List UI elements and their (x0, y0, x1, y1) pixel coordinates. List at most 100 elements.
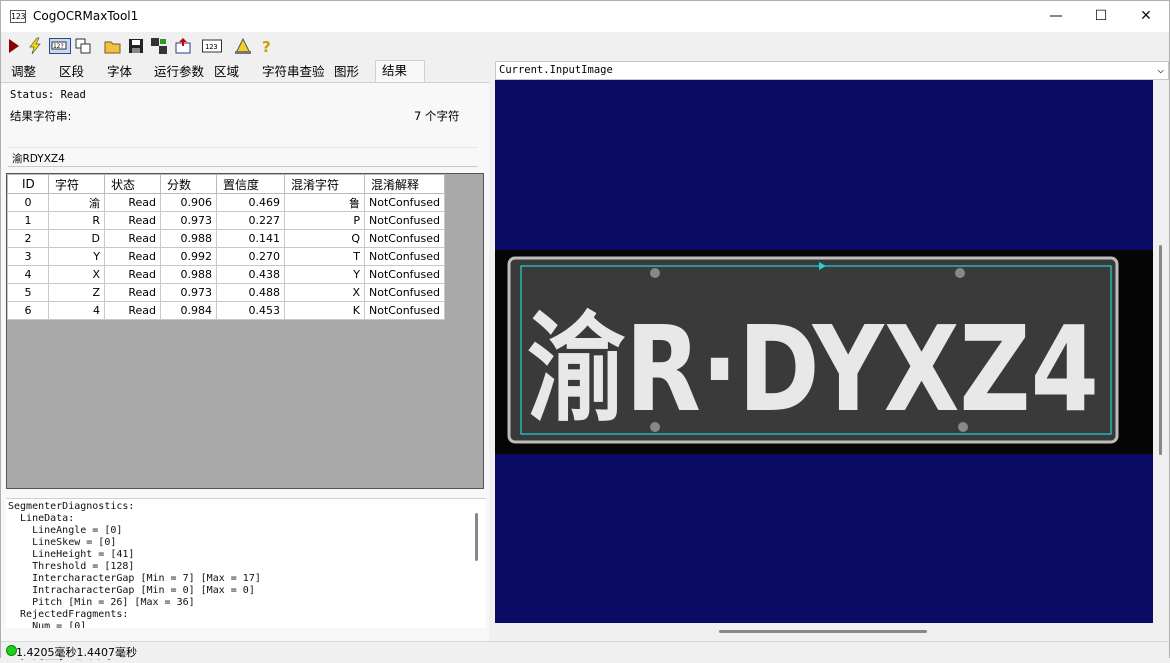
table-cell[interactable]: X (48, 265, 105, 284)
numeric-icon[interactable]: 123 (202, 37, 222, 55)
reset-icon[interactable] (150, 37, 168, 55)
image-horizontal-scrollbar[interactable] (719, 630, 927, 633)
help-icon[interactable]: ? (258, 37, 276, 55)
svg-text:123: 123 (205, 43, 218, 51)
chevron-down-icon[interactable]: ⌵ (1157, 63, 1164, 76)
table-cell[interactable]: NotConfused (364, 229, 445, 248)
table-cell[interactable]: Read (104, 283, 161, 302)
table-cell[interactable]: Q (284, 229, 365, 248)
table-cell[interactable]: Y (284, 265, 365, 284)
table-row[interactable]: 3 Y Read 0.992 0.270 T NotConfused (7, 247, 445, 266)
table-cell[interactable]: 2 (7, 229, 49, 248)
maximize-button[interactable]: ☐ (1078, 1, 1124, 32)
table-cell[interactable]: NotConfused (364, 301, 445, 320)
image-selector-value: Current.InputImage (499, 64, 613, 76)
table-cell[interactable]: 0.906 (160, 193, 217, 212)
tab-region[interactable]: 区域 (212, 62, 241, 82)
table-cell[interactable]: Y (48, 247, 105, 266)
table-cell[interactable]: 渝 (48, 193, 105, 212)
table-cell[interactable]: R (48, 211, 105, 230)
electric-icon[interactable] (26, 37, 44, 55)
table-cell[interactable]: D (48, 229, 105, 248)
copy-icon[interactable] (74, 37, 92, 55)
table-cell[interactable]: 0.988 (160, 229, 217, 248)
image-selector-dropdown[interactable]: Current.InputImage ⌵ (495, 61, 1169, 80)
svg-text:?: ? (262, 38, 271, 55)
diagnostics-text: SegmenterDiagnostics: LineData: LineAngl… (8, 501, 261, 628)
table-cell[interactable]: 鲁 (284, 193, 365, 212)
image-display[interactable]: 渝R·DYXZ4 (495, 80, 1153, 623)
diagnostics-textbox[interactable]: SegmenterDiagnostics: LineData: LineAngl… (6, 498, 486, 628)
table-cell[interactable]: 1 (7, 211, 49, 230)
close-button[interactable]: ✕ (1123, 1, 1169, 32)
table-cell[interactable]: 0.988 (160, 265, 217, 284)
table-cell[interactable]: T (284, 247, 365, 266)
table-cell[interactable]: X (284, 283, 365, 302)
tab-graphics[interactable]: 图形 (332, 62, 361, 82)
column-header-confusion-explain[interactable]: 混淆解释 (364, 174, 445, 194)
save-icon[interactable] (127, 37, 145, 55)
plate-rivet (650, 268, 660, 278)
table-cell[interactable]: 0.227 (216, 211, 285, 230)
diagnostics-scrollbar[interactable] (475, 513, 478, 561)
table-cell[interactable]: K (284, 301, 365, 320)
table-cell[interactable]: 3 (7, 247, 49, 266)
table-cell[interactable]: 0.992 (160, 247, 217, 266)
open-icon[interactable] (104, 37, 122, 55)
table-cell[interactable]: 0.488 (216, 283, 285, 302)
minimize-button[interactable]: — (1033, 1, 1079, 32)
image-source-icon[interactable]: 12? (49, 37, 71, 55)
ruler-icon[interactable] (234, 37, 252, 55)
table-cell[interactable]: 0.973 (160, 283, 217, 302)
tab-run-params[interactable]: 运行参数 (152, 62, 206, 82)
table-cell[interactable]: Read (104, 211, 161, 230)
table-cell[interactable]: 0 (7, 193, 49, 212)
table-row[interactable]: 2 D Read 0.988 0.141 Q NotConfused (7, 229, 445, 248)
table-row[interactable]: 4 X Read 0.988 0.438 Y NotConfused (7, 265, 445, 284)
table-row[interactable]: 6 4 Read 0.984 0.453 K NotConfused (7, 301, 445, 320)
table-row[interactable]: 0 渝 Read 0.906 0.469 鲁 NotConfused (7, 193, 445, 212)
table-cell[interactable]: 0.973 (160, 211, 217, 230)
table-cell[interactable]: 5 (7, 283, 49, 302)
table-cell[interactable]: 4 (48, 301, 105, 320)
table-cell[interactable]: P (284, 211, 365, 230)
results-grid[interactable]: ID 字符 状态 分数 置信度 混淆字符 混淆解释 0 渝 Read 0.906 0.4… (6, 173, 484, 489)
column-header-state[interactable]: 状态 (104, 174, 161, 194)
table-cell[interactable]: Read (104, 193, 161, 212)
table-cell[interactable]: 0.469 (216, 193, 285, 212)
table-cell[interactable]: Read (104, 301, 161, 320)
table-cell[interactable]: 0.984 (160, 301, 217, 320)
table-cell[interactable]: Read (104, 265, 161, 284)
tab-font[interactable]: 字体 (105, 62, 134, 82)
table-cell[interactable]: Read (104, 229, 161, 248)
table-cell[interactable]: 4 (7, 265, 49, 284)
table-cell[interactable]: 0.453 (216, 301, 285, 320)
table-row[interactable]: 5 Z Read 0.973 0.488 X NotConfused (7, 283, 445, 302)
table-cell[interactable]: Read (104, 247, 161, 266)
column-header-char[interactable]: 字符 (48, 174, 105, 194)
image-vertical-scrollbar[interactable] (1159, 245, 1162, 455)
table-cell[interactable]: NotConfused (364, 211, 445, 230)
tab-adjust[interactable]: 调整 (9, 62, 38, 82)
table-cell[interactable]: Z (48, 283, 105, 302)
table-cell[interactable]: 0.270 (216, 247, 285, 266)
tab-segment[interactable]: 区段 (57, 62, 86, 82)
table-cell[interactable]: NotConfused (364, 247, 445, 266)
column-header-score[interactable]: 分数 (160, 174, 217, 194)
run-icon[interactable] (5, 37, 23, 55)
ocr-tool-window: 123 CogOCRMaxTool1 — ☐ ✕ 12? 123 ? 调整 区段… (0, 0, 1170, 662)
column-header-confused-char[interactable]: 混淆字符 (284, 174, 365, 194)
column-header-id[interactable]: ID (7, 174, 49, 194)
table-cell[interactable]: NotConfused (364, 193, 445, 212)
column-header-confidence[interactable]: 置信度 (216, 174, 285, 194)
table-row[interactable]: 1 R Read 0.973 0.227 P NotConfused (7, 211, 445, 230)
export-icon[interactable] (174, 37, 192, 55)
result-string-field[interactable]: 渝RDYXZ4 (8, 147, 478, 167)
table-cell[interactable]: 0.141 (216, 229, 285, 248)
table-cell[interactable]: NotConfused (364, 283, 445, 302)
tab-string-check[interactable]: 字符串查验 (260, 62, 327, 82)
table-cell[interactable]: NotConfused (364, 265, 445, 284)
tab-results[interactable]: 结果 (375, 60, 425, 82)
table-cell[interactable]: 6 (7, 301, 49, 320)
table-cell[interactable]: 0.438 (216, 265, 285, 284)
